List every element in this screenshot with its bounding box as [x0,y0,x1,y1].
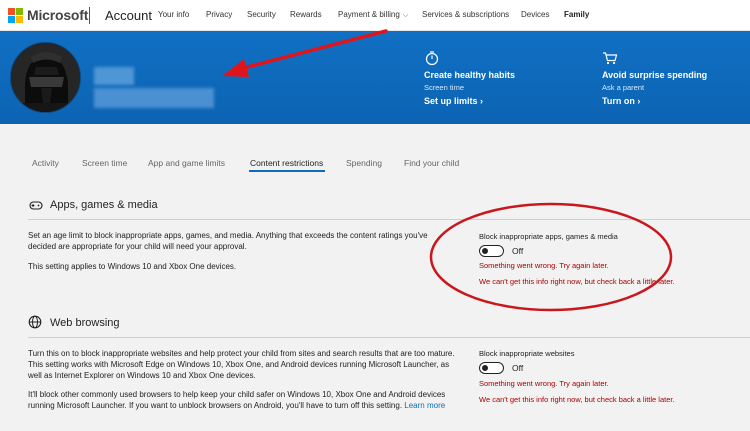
tab-content-restrictions[interactable]: Content restrictions [250,158,323,168]
promo-healthy-habits-sub: Screen time [424,83,465,92]
stopwatch-icon [425,51,439,66]
web-error-detail: We can't get this info right now, but ch… [479,395,675,404]
nav-divider [89,7,90,24]
block-websites-state: Off [512,363,524,373]
microsoft-logo-icon[interactable] [8,8,23,23]
nav-services-subscriptions[interactable]: Services & subscriptions [422,10,509,19]
web-description: Turn this on to block inappropriate webs… [28,349,455,380]
cart-icon [603,52,618,65]
blurred-email [94,88,214,108]
apps-devices-note: This setting applies to Windows 10 and X… [28,262,237,271]
apps-error-message: Something went wrong. Try again later. [479,261,609,270]
set-up-limits-link[interactable]: Set up limits › [424,96,483,106]
nav-your-info[interactable]: Your info [158,10,189,19]
block-websites-label: Block inappropriate websites [479,349,575,358]
web-error-message: Something went wrong. Try again later. [479,379,609,388]
block-apps-label: Block inappropriate apps, games & media [479,232,618,241]
blurred-name [94,67,134,85]
turn-on-label: Turn on [602,96,635,106]
tab-screen-time[interactable]: Screen time [82,158,127,168]
apps-error-detail: We can't get this info right now, but ch… [479,277,675,286]
promo-healthy-habits-title: Create healthy habits [424,70,516,80]
promo-surprise-spending-sub: Ask a parent [602,83,645,92]
tab-activity[interactable]: Activity [32,158,59,168]
block-apps-state: Off [512,246,524,256]
apps-games-icon [29,201,43,210]
section-divider [28,337,750,338]
globe-icon [28,315,42,329]
chevron-right-icon: › [480,96,484,106]
tab-spending[interactable]: Spending [346,158,382,168]
chevron-down-icon: ⌵ [402,12,409,19]
nav-privacy[interactable]: Privacy [206,10,232,19]
microsoft-brand[interactable]: Microsoft [27,7,88,23]
nav-payment-billing-label: Payment & billing [338,10,400,19]
block-websites-toggle[interactable] [479,362,504,374]
nav-payment-billing[interactable]: Payment & billing ⌵ [338,10,408,20]
chevron-right-icon: › [637,96,641,106]
set-up-limits-label: Set up limits [424,96,478,106]
nav-devices[interactable]: Devices [521,10,549,19]
nav-security[interactable]: Security [247,10,276,19]
apps-description: Set an age limit to block inappropriate … [28,231,428,251]
block-apps-toggle[interactable] [479,245,504,257]
tab-app-and-game-limits[interactable]: App and game limits [148,158,225,168]
avatar [10,42,81,113]
learn-more-link[interactable]: Learn more [404,401,445,410]
nav-family[interactable]: Family [564,10,589,19]
active-tab-indicator [249,170,325,172]
tab-find-your-child[interactable]: Find your child [404,158,459,168]
account-title[interactable]: Account [105,8,152,23]
nav-rewards[interactable]: Rewards [290,10,322,19]
section-divider [28,219,750,220]
web-browsers-note-text: It'll block other commonly used browsers… [28,390,446,410]
web-section-title: Web browsing [50,317,120,329]
apps-section-title: Apps, games & media [50,199,158,211]
turn-on-link[interactable]: Turn on › [602,96,640,106]
promo-surprise-spending-title: Avoid surprise spending [602,70,708,80]
top-navigation: Microsoft Account Your info Privacy Secu… [0,0,750,31]
web-browsers-note: It'll block other commonly used browsers… [28,389,456,411]
